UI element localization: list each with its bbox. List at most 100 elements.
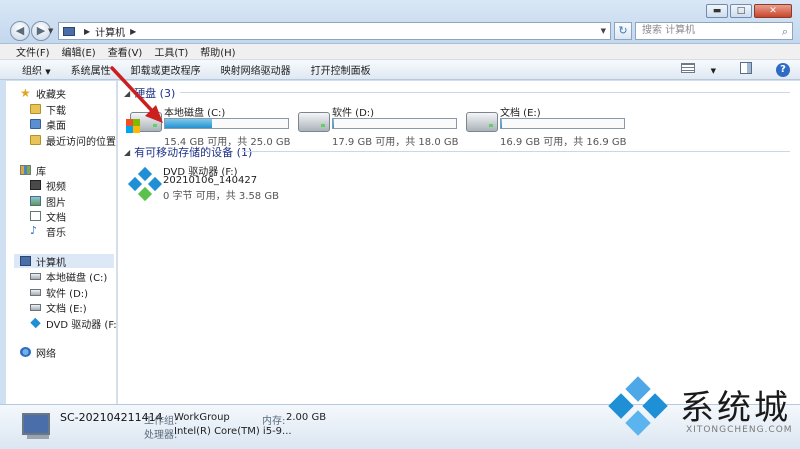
nav-item-label: 本地磁盘 (C:) bbox=[46, 272, 108, 284]
nav-network[interactable]: 网络 bbox=[20, 345, 56, 360]
close-button[interactable]: ✕ bbox=[754, 4, 792, 18]
drive-usage-fill bbox=[501, 119, 503, 128]
group-header-label: 硬盘 (3) bbox=[134, 87, 176, 100]
watermark-url: XITONGCHENG.COM bbox=[686, 425, 793, 435]
minimize-button[interactable]: ▬ bbox=[706, 4, 728, 18]
group-header-removable[interactable]: ◢ 有可移动存储的设备 (1) bbox=[124, 144, 252, 160]
library-icon bbox=[20, 165, 31, 175]
breadcrumb-chevron-icon[interactable]: ▶ bbox=[84, 27, 90, 36]
menu-view[interactable]: 查看(V) bbox=[108, 44, 143, 59]
nav-item-documents[interactable]: 文档 bbox=[30, 209, 66, 224]
nav-item-drive-c[interactable]: 本地磁盘 (C:) bbox=[30, 269, 108, 284]
content-pane: ◢ 硬盘 (3) 本地磁盘 (C:) 15.4 GB 可用，共 25.0 GB … bbox=[118, 81, 800, 404]
windows-logo-icon bbox=[126, 119, 140, 133]
help-icon: ? bbox=[776, 62, 790, 77]
watermark-logo-icon bbox=[625, 376, 651, 402]
nav-item-drive-e[interactable]: 文档 (E:) bbox=[30, 300, 87, 315]
music-note-icon: ♪ bbox=[30, 224, 38, 237]
drive-free-space: 17.9 GB 可用，共 18.0 GB bbox=[332, 137, 459, 148]
dvd-drive-icon bbox=[30, 317, 41, 329]
nav-item-label: 文档 bbox=[46, 212, 66, 224]
view-controls: ▼ ? bbox=[657, 62, 790, 77]
nav-item-music[interactable]: ♪ 音乐 bbox=[30, 224, 66, 239]
dvd-free-space: 0 字节 可用，共 3.58 GB bbox=[163, 191, 279, 202]
help-button[interactable]: ? bbox=[764, 62, 790, 77]
breadcrumb-computer[interactable]: 计算机 bbox=[95, 24, 125, 39]
system-properties-button[interactable]: 系统属性 bbox=[71, 62, 111, 77]
nav-item-downloads[interactable]: 下载 bbox=[30, 102, 66, 117]
refresh-button[interactable]: ↻ bbox=[614, 22, 632, 40]
processor-value: Intel(R) Core(TM) i5-9... bbox=[174, 426, 292, 437]
computer-icon bbox=[22, 413, 50, 435]
nav-item-recent-places[interactable]: 最近访问的位置 bbox=[30, 133, 116, 148]
menu-help[interactable]: 帮助(H) bbox=[200, 44, 235, 59]
change-view-button[interactable]: ▼ bbox=[669, 63, 716, 76]
open-control-panel-button[interactable]: 打开控制面板 bbox=[311, 62, 371, 77]
watermark-text: 系统城 bbox=[680, 388, 791, 428]
collapse-triangle-icon[interactable]: ◢ bbox=[124, 89, 130, 98]
nav-libraries[interactable]: 库 bbox=[20, 163, 46, 178]
search-placeholder: 搜索 计算机 bbox=[642, 25, 696, 36]
video-icon bbox=[30, 180, 41, 190]
drive-usage-fill bbox=[333, 119, 335, 128]
organize-label: 组织 bbox=[22, 66, 42, 77]
group-header-hard-disks[interactable]: ◢ 硬盘 (3) bbox=[124, 85, 175, 101]
nav-item-label: 音乐 bbox=[46, 227, 66, 239]
drive-tile-e[interactable]: 文档 (E:) 16.9 GB 可用，共 16.9 GB bbox=[466, 104, 636, 148]
computer-icon bbox=[63, 26, 75, 36]
nav-computer-label: 计算机 bbox=[36, 257, 66, 269]
map-network-drive-button[interactable]: 映射网络驱动器 bbox=[221, 62, 291, 77]
nav-item-label: 视频 bbox=[46, 181, 66, 193]
drive-free-space: 16.9 GB 可用，共 16.9 GB bbox=[500, 137, 627, 148]
hard-drive-icon bbox=[30, 303, 41, 311]
preview-pane-icon bbox=[740, 62, 752, 74]
nav-item-label: 下载 bbox=[46, 105, 66, 117]
processor-label: 处理器: bbox=[144, 430, 178, 441]
watermark-logo-icon bbox=[625, 410, 651, 436]
hard-drive-icon bbox=[30, 288, 41, 296]
drive-tile-c[interactable]: 本地磁盘 (C:) 15.4 GB 可用，共 25.0 GB bbox=[126, 104, 300, 148]
nav-computer[interactable]: 计算机 bbox=[14, 254, 114, 269]
workgroup-label: 工作组: bbox=[144, 416, 178, 427]
address-bar[interactable]: ▶ 计算机 ▶ ▼ bbox=[58, 22, 611, 40]
menu-file[interactable]: 文件(F) bbox=[16, 44, 50, 59]
organize-button[interactable]: 组织 ▼ bbox=[22, 62, 51, 77]
memory-value: 2.00 GB bbox=[286, 412, 327, 423]
drive-usage-bar bbox=[500, 118, 625, 129]
drive-usage-bar bbox=[164, 118, 289, 129]
search-input[interactable]: 搜索 计算机 ⌕ bbox=[635, 22, 793, 40]
chevron-down-icon: ▼ bbox=[710, 67, 716, 75]
nav-item-videos[interactable]: 视频 bbox=[30, 178, 66, 193]
breadcrumb-chevron-icon[interactable]: ▶ bbox=[130, 27, 136, 36]
uninstall-program-button[interactable]: 卸载或更改程序 bbox=[131, 62, 201, 77]
back-button[interactable]: ◀ bbox=[10, 21, 30, 41]
nav-favorites[interactable]: ★ 收藏夹 bbox=[20, 86, 66, 101]
hard-drive-icon bbox=[298, 112, 330, 132]
collapse-triangle-icon[interactable]: ◢ bbox=[124, 148, 130, 157]
group-header-label: 有可移动存储的设备 (1) bbox=[134, 146, 253, 159]
command-bar: 组织 ▼ 系统属性 卸载或更改程序 映射网络驱动器 打开控制面板 ▼ ? bbox=[0, 60, 800, 80]
desktop-icon bbox=[30, 119, 41, 129]
menu-tools[interactable]: 工具(T) bbox=[154, 44, 188, 59]
view-icon bbox=[681, 63, 696, 73]
preview-pane-button[interactable] bbox=[728, 62, 752, 77]
nav-item-label: 软件 (D:) bbox=[46, 288, 89, 300]
nav-item-dvd-drive[interactable]: DVD 驱动器 (F:) 20 bbox=[30, 316, 116, 331]
drive-tile-d[interactable]: 软件 (D:) 17.9 GB 可用，共 18.0 GB bbox=[298, 104, 468, 148]
menu-edit[interactable]: 编辑(E) bbox=[62, 44, 96, 59]
recent-places-icon bbox=[30, 135, 41, 145]
dvd-drive-icon[interactable] bbox=[127, 166, 163, 202]
maximize-button[interactable]: □ bbox=[730, 4, 752, 18]
picture-icon bbox=[30, 196, 41, 206]
nav-item-label: 图片 bbox=[46, 197, 66, 209]
dvd-volume-label: 20210106_140427 bbox=[163, 175, 258, 186]
nav-item-drive-d[interactable]: 软件 (D:) bbox=[30, 285, 89, 300]
search-icon: ⌕ bbox=[781, 25, 788, 38]
nav-item-desktop[interactable]: 桌面 bbox=[30, 117, 66, 132]
document-icon bbox=[30, 211, 41, 221]
watermark-logo-icon bbox=[608, 393, 634, 419]
nav-item-pictures[interactable]: 图片 bbox=[30, 194, 66, 209]
address-dropdown-icon[interactable]: ▼ bbox=[601, 27, 606, 35]
nav-network-label: 网络 bbox=[36, 348, 56, 360]
recent-pages-dropdown-icon[interactable]: ▼ bbox=[48, 27, 53, 35]
